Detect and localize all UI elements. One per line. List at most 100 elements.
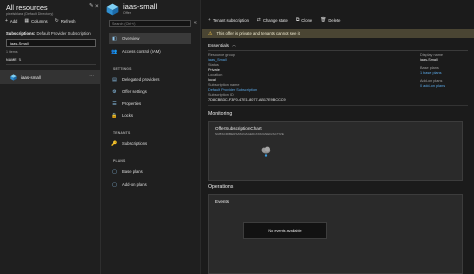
display-name-value: iaas-Small xyxy=(420,58,438,62)
clone-icon: ⧉ xyxy=(295,18,300,23)
essentials-end-divider xyxy=(208,105,468,106)
subscription-id-value: 7D8CBB3C-F3F0-47E1-8077-AB17E9BCCC9 xyxy=(208,98,286,102)
tenant-subscription-label: Tenant subscription xyxy=(212,17,249,23)
offer-menu-blade: iaas-small Offer Search (Ctrl+/) « ◧ Over… xyxy=(101,0,201,274)
refresh-button[interactable]: ↻ Refresh xyxy=(55,18,76,24)
offer-title: iaas-small xyxy=(123,2,158,11)
refresh-icon: ↻ xyxy=(54,18,59,24)
close-icon[interactable]: × xyxy=(95,3,99,10)
nav-overview-label: Overview xyxy=(122,36,140,41)
lock-icon: 🔒 xyxy=(111,112,118,119)
settings-icon: ⚙ xyxy=(112,88,117,95)
addon-plan-icon: ▢ xyxy=(112,181,117,188)
add-button[interactable]: + Add xyxy=(5,18,17,24)
clone-button[interactable]: ⧉ Clone xyxy=(295,17,313,24)
essentials-label: Essentials xyxy=(208,42,229,48)
nav-access-control-label: Access control (IAM) xyxy=(122,49,161,54)
filter-input[interactable]: iaas-Small xyxy=(6,39,96,47)
delete-button[interactable]: 🗑 Delete xyxy=(320,17,340,23)
chart-subtitle: SUBSCRIBERS/MANAGED/ASSIGNED/ACTIVE xyxy=(215,132,285,136)
base-plans-link[interactable]: 1 base plans xyxy=(420,71,442,76)
item-count: 1 items xyxy=(6,50,18,54)
nav-delegated-label: Delegated providers xyxy=(122,77,160,82)
operations-header: Operations xyxy=(208,184,234,190)
subscriptions-filter[interactable]: Subscriptions: Default Provider Subscrip… xyxy=(6,31,91,36)
subscriptions-label: Subscriptions: xyxy=(6,31,36,36)
people-icon: 👥 xyxy=(111,48,118,55)
plus-icon: + xyxy=(5,18,8,24)
nav-offer-settings-label: Offer settings xyxy=(122,89,147,94)
addon-plans-link[interactable]: 0 add-on plans xyxy=(420,84,445,89)
nav-addon-plans-label: Add-on plans xyxy=(122,182,147,187)
change-state-icon: ⇄ xyxy=(256,17,261,23)
events-tile[interactable]: Events No events available xyxy=(208,194,463,274)
essentials-toggle[interactable]: Essentials ︿ xyxy=(208,42,236,48)
nav-properties[interactable]: ☰ Properties xyxy=(109,98,191,109)
nav-addon-plans[interactable]: ▢ Add-on plans xyxy=(109,179,191,190)
more-options-icon[interactable]: ··· xyxy=(89,74,94,79)
private-offer-banner[interactable]: ⚠ This offer is private and tenants cann… xyxy=(202,29,474,38)
plans-section-header: PLANS xyxy=(113,159,126,163)
overview-icon: ◧ xyxy=(112,35,117,42)
all-resources-blade: All resources pixelsblara (Default Direc… xyxy=(0,0,101,274)
tenant-subscription-button[interactable]: + Tenant subscription xyxy=(208,17,249,23)
offer-cube-icon xyxy=(10,73,17,81)
nav-subscriptions-label: Subscriptions xyxy=(122,141,148,146)
nav-locks[interactable]: 🔒 Locks xyxy=(109,110,191,121)
nav-offer-settings[interactable]: ⚙ Offer settings xyxy=(109,86,191,97)
status-field: Status Private xyxy=(208,63,220,73)
add-label: Add xyxy=(9,18,18,24)
chart-title: OfferSubscriptionChart xyxy=(215,126,262,131)
change-state-label: Change state xyxy=(262,17,288,23)
columns-label: Columns xyxy=(31,18,48,24)
properties-icon: ☰ xyxy=(112,100,117,107)
tenants-section-header: TENANTS xyxy=(113,131,131,135)
collapse-menu-icon[interactable]: « xyxy=(194,20,197,26)
trash-icon: 🗑 xyxy=(320,17,327,23)
blade-subtitle: pixelsblara (Default Directory) xyxy=(6,11,54,16)
nav-subscriptions[interactable]: 🔑 Subscriptions xyxy=(109,138,191,149)
base-plans-field: Base plans 1 base plans xyxy=(420,66,442,76)
resource-group-field: Resource group iaas_Small xyxy=(208,53,235,63)
columns-icon: ▦ xyxy=(24,18,30,24)
left-toolbar: + Add ▦ Columns ↻ Refresh xyxy=(5,18,76,24)
column-header-label: NAME xyxy=(6,58,17,62)
nav-locks-label: Locks xyxy=(122,113,133,118)
nav-base-plans[interactable]: ▢ Base plans xyxy=(109,166,191,177)
events-title: Events xyxy=(215,199,230,204)
change-state-button[interactable]: ⇄ Change state xyxy=(257,17,288,23)
resource-row[interactable]: iaas-small ··· xyxy=(0,70,100,84)
subscription-field: Subscription name Default Provider Subsc… xyxy=(208,83,257,93)
subscription-key-icon: 🔑 xyxy=(111,140,118,147)
warning-text: This offer is private and tenants cannot… xyxy=(216,31,300,36)
delete-label: Delete xyxy=(328,17,341,23)
display-name-field: Display name iaas-Small xyxy=(420,53,443,63)
essentials-divider xyxy=(208,50,468,51)
settings-section-header: SETTINGS xyxy=(113,67,132,71)
resource-name: iaas-small xyxy=(21,74,41,80)
delegated-icon: ▤ xyxy=(112,76,117,83)
clone-label: Clone xyxy=(301,17,313,23)
offer-subscription-chart-tile[interactable]: OfferSubscriptionChart SUBSCRIBERS/MANAG… xyxy=(208,121,463,181)
location-field: Location local xyxy=(208,73,222,83)
nav-base-plans-label: Base plans xyxy=(122,169,143,174)
subscription-id-field: Subscription ID 7D8CBB3C-F3F0-47E1-8077-… xyxy=(208,93,286,103)
column-header-name[interactable]: NAME ⇅ xyxy=(6,58,96,65)
pin-icon[interactable]: ✎ xyxy=(89,3,94,9)
columns-button[interactable]: ▦ Columns xyxy=(24,18,47,24)
chevron-up-icon: ︿ xyxy=(231,42,236,47)
nav-overview[interactable]: ◧ Overview xyxy=(109,33,191,44)
nav-access-control[interactable]: 👥 Access control (IAM) xyxy=(109,46,191,57)
loading-cloud-icon xyxy=(261,146,271,157)
addon-plans-field: Add-on plans 0 add-on plans xyxy=(420,79,445,89)
plan-icon: ▢ xyxy=(112,168,117,175)
nav-properties-label: Properties xyxy=(122,101,142,106)
offer-subtitle: Offer xyxy=(123,11,131,15)
nav-delegated-providers[interactable]: ▤ Delegated providers xyxy=(109,74,191,85)
menu-search-input[interactable]: Search (Ctrl+/) xyxy=(109,20,191,27)
warning-icon: ⚠ xyxy=(208,30,213,37)
refresh-label: Refresh xyxy=(60,18,76,24)
no-events-message: No events available xyxy=(243,222,327,239)
offer-overview-blade: + Tenant subscription ⇄ Change state ⧉ Clon… xyxy=(202,0,474,274)
offer-toolbar: + Tenant subscription ⇄ Change state ⧉ Clon… xyxy=(208,17,340,24)
